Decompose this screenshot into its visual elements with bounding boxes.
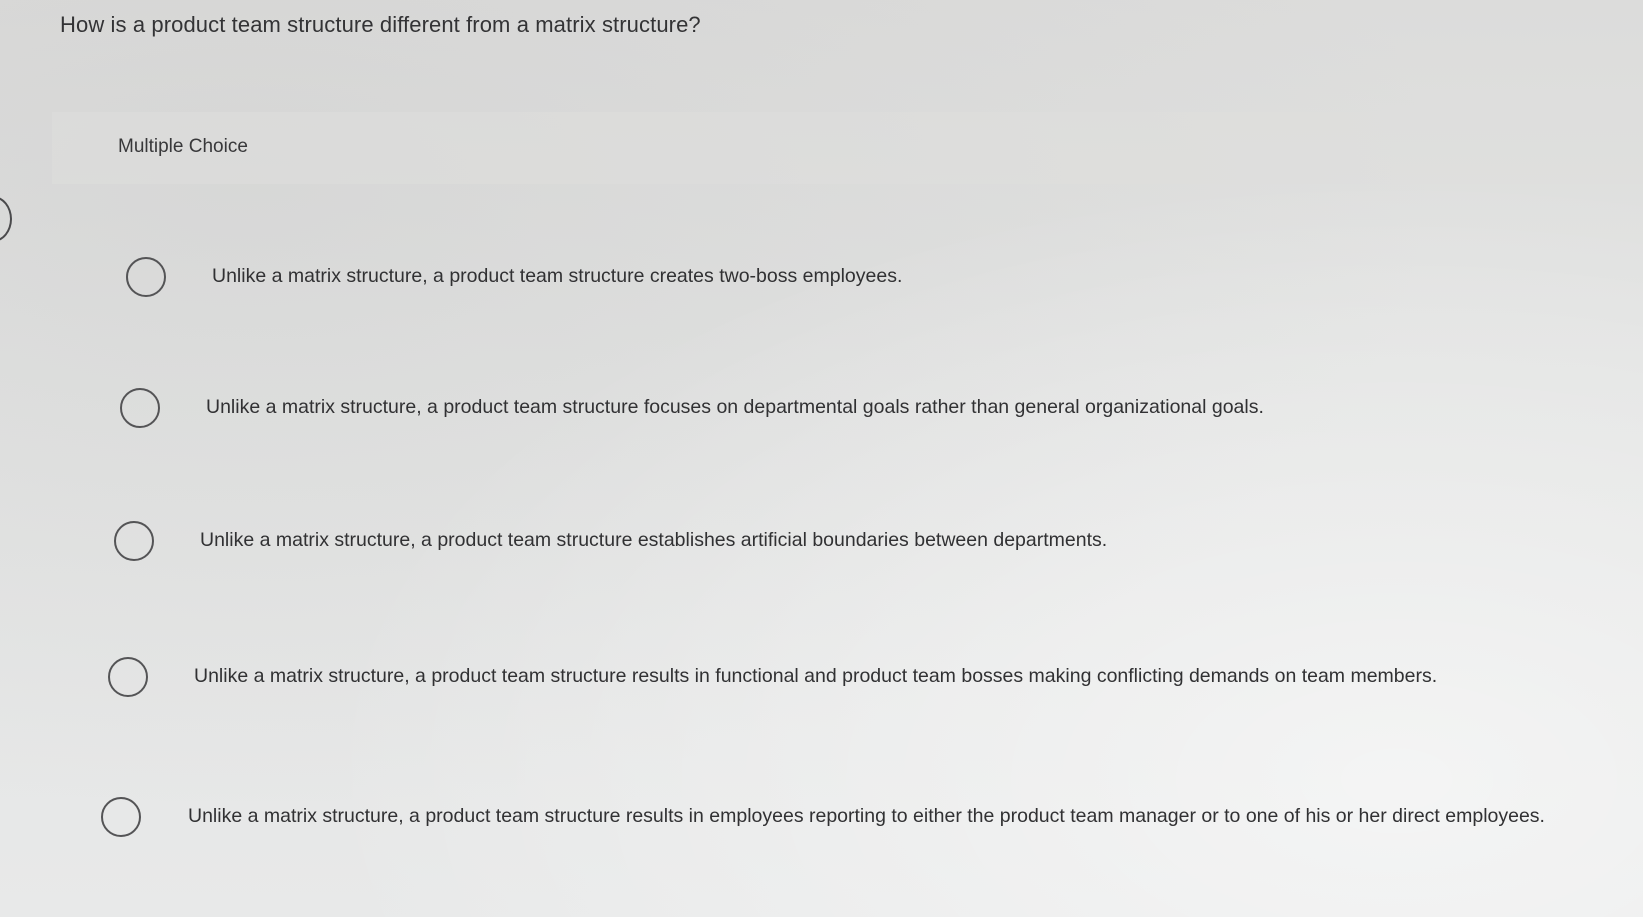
- answer-option-label[interactable]: Unlike a matrix structure, a product tea…: [200, 524, 1107, 557]
- answer-option[interactable]: Unlike a matrix structure, a product tea…: [126, 257, 902, 297]
- answer-option[interactable]: Unlike a matrix structure, a product tea…: [108, 657, 1437, 697]
- radio-button[interactable]: [120, 388, 160, 428]
- radio-button[interactable]: [126, 257, 166, 297]
- answer-option-label[interactable]: Unlike a matrix structure, a product tea…: [206, 391, 1264, 424]
- question-type-label: Multiple Choice: [118, 136, 248, 157]
- answer-option-label[interactable]: Unlike a matrix structure, a product tea…: [194, 660, 1437, 693]
- answer-option[interactable]: Unlike a matrix structure, a product tea…: [120, 388, 1264, 428]
- quiz-page: How is a product team structure differen…: [0, 0, 1643, 917]
- partial-circle-edge-icon: [0, 196, 12, 242]
- radio-button[interactable]: [114, 521, 154, 561]
- question-type-panel: [52, 112, 1643, 184]
- radio-button[interactable]: [108, 657, 148, 697]
- answer-option[interactable]: Unlike a matrix structure, a product tea…: [114, 521, 1107, 561]
- answer-option[interactable]: Unlike a matrix structure, a product tea…: [101, 797, 1608, 837]
- answer-option-label[interactable]: Unlike a matrix structure, a product tea…: [188, 800, 1608, 833]
- question-text: How is a product team structure differen…: [60, 12, 701, 37]
- radio-button[interactable]: [101, 797, 141, 837]
- answer-option-label[interactable]: Unlike a matrix structure, a product tea…: [212, 260, 902, 293]
